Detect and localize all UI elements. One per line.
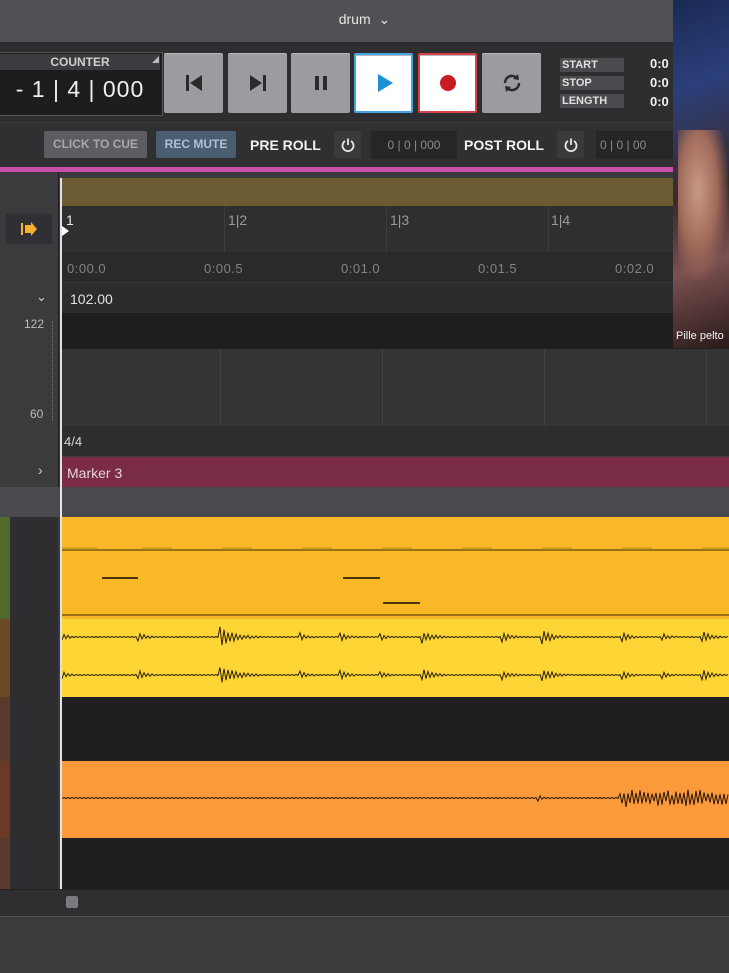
track-color-strip xyxy=(0,761,10,838)
track-lane[interactable] xyxy=(62,838,729,889)
tempo-scale-ticks xyxy=(52,321,58,421)
tempo-max-label: 122 xyxy=(24,317,44,331)
seconds-label: 0:00.5 xyxy=(204,261,243,276)
tempo-ruler[interactable] xyxy=(61,283,729,313)
playhead[interactable] xyxy=(60,178,62,890)
chevron-down-icon[interactable]: ⌄ xyxy=(379,11,391,27)
track-header[interactable] xyxy=(0,619,58,698)
midi-clip[interactable] xyxy=(62,517,729,619)
title-bar: drum ⌄ xyxy=(0,0,729,43)
bar-label: 1|4 xyxy=(551,212,570,228)
bars-header xyxy=(0,206,59,252)
corner-resize-icon xyxy=(152,56,159,63)
tempo-min-label: 60 xyxy=(30,407,43,421)
track-color-strip xyxy=(0,619,10,697)
record-button[interactable] xyxy=(418,53,477,113)
waveform xyxy=(62,761,729,838)
loop-range-bar[interactable] xyxy=(61,178,729,206)
post-roll-value[interactable]: 0 | 0 | 00 xyxy=(596,131,680,159)
signature-ruler[interactable] xyxy=(61,426,729,456)
record-icon xyxy=(437,72,459,94)
skip-back-icon xyxy=(183,72,205,94)
pause-icon xyxy=(310,72,332,94)
webcam-overlay: Pille pelto xyxy=(673,0,729,348)
loop-button[interactable] xyxy=(482,53,541,113)
post-roll-label: POST ROLL xyxy=(464,137,544,153)
track-lane[interactable] xyxy=(62,697,729,761)
chevron-right-icon[interactable]: › xyxy=(38,462,43,478)
time-signature[interactable]: 4/4 xyxy=(64,434,82,449)
track-color-strip xyxy=(0,697,10,761)
post-roll-toggle[interactable] xyxy=(557,131,584,158)
length-label: LENGTH xyxy=(560,94,624,108)
chevron-down-icon[interactable]: ⌄ xyxy=(36,289,47,305)
counter-value: - 1 | 4 | 000 xyxy=(0,76,160,103)
track-color-strip xyxy=(0,838,10,889)
bar-label: 1|2 xyxy=(228,212,247,228)
webcam-video xyxy=(678,130,728,280)
track-header[interactable] xyxy=(0,838,58,890)
bar-label: 1|3 xyxy=(390,212,409,228)
marker-label[interactable]: Marker 3 xyxy=(67,465,122,481)
scroll-handle[interactable] xyxy=(66,896,78,908)
pre-roll-value[interactable]: 0 | 0 | 000 xyxy=(371,131,457,159)
pause-button[interactable] xyxy=(291,53,350,113)
track-header[interactable] xyxy=(0,697,58,762)
bottom-panel xyxy=(0,916,729,973)
track-header[interactable] xyxy=(0,761,58,839)
marker-ruler[interactable] xyxy=(61,457,729,487)
session-title[interactable]: drum ⌄ xyxy=(0,11,729,28)
rewind-to-start-button[interactable] xyxy=(164,53,223,113)
rec-mute-button[interactable]: REC MUTE xyxy=(156,131,236,158)
power-icon xyxy=(340,137,356,153)
tempo-header: ⌄ xyxy=(0,283,59,313)
seconds-label: 0:00.0 xyxy=(67,261,106,276)
header-spacer xyxy=(0,172,59,206)
click-to-cue-button[interactable]: CLICK TO CUE xyxy=(44,131,147,158)
track-header[interactable] xyxy=(0,517,58,620)
play-icon xyxy=(372,71,396,95)
seconds-label: 0:01.5 xyxy=(478,261,517,276)
tempo-editor-area[interactable] xyxy=(61,349,729,426)
insertion-follows-playback-button[interactable] xyxy=(6,214,52,244)
tempo-scale: 122 60 xyxy=(0,313,59,426)
marker-header: › xyxy=(0,457,59,487)
audio-clip[interactable] xyxy=(62,761,729,838)
seconds-header xyxy=(0,252,59,283)
length-value[interactable]: 0:0 xyxy=(650,94,669,109)
accent-divider xyxy=(0,167,729,172)
counter-label: COUNTER xyxy=(0,54,160,70)
loop-icon xyxy=(500,71,524,95)
arrow-right-icon xyxy=(20,222,38,236)
ruler-separator xyxy=(0,487,729,517)
play-button[interactable] xyxy=(354,53,413,113)
stop-value[interactable]: 0:0 xyxy=(650,75,669,90)
pre-roll-label: PRE ROLL xyxy=(250,137,321,153)
skip-forward-button[interactable] xyxy=(228,53,287,113)
start-label: START xyxy=(560,58,624,72)
bar-label: 1 xyxy=(66,212,74,228)
horizontal-scroll-bar[interactable] xyxy=(0,889,729,916)
track-color-strip xyxy=(0,517,10,619)
midi-notes xyxy=(62,517,729,619)
session-title-text[interactable]: drum xyxy=(339,11,371,27)
waveform xyxy=(62,619,729,697)
tempo-value[interactable]: 102.00 xyxy=(70,291,113,307)
tempo-curve-line[interactable] xyxy=(61,313,729,349)
power-icon xyxy=(563,137,579,153)
seconds-label: 0:02.0 xyxy=(615,261,654,276)
pre-roll-toggle[interactable] xyxy=(334,131,361,158)
webcam-caption: Pille pelto xyxy=(676,330,724,342)
start-value[interactable]: 0:0 xyxy=(650,56,669,71)
seconds-label: 0:01.0 xyxy=(341,261,380,276)
skip-forward-icon xyxy=(247,72,269,94)
stop-label: STOP xyxy=(560,76,624,90)
signature-header xyxy=(0,426,59,457)
audio-clip[interactable] xyxy=(62,619,729,697)
